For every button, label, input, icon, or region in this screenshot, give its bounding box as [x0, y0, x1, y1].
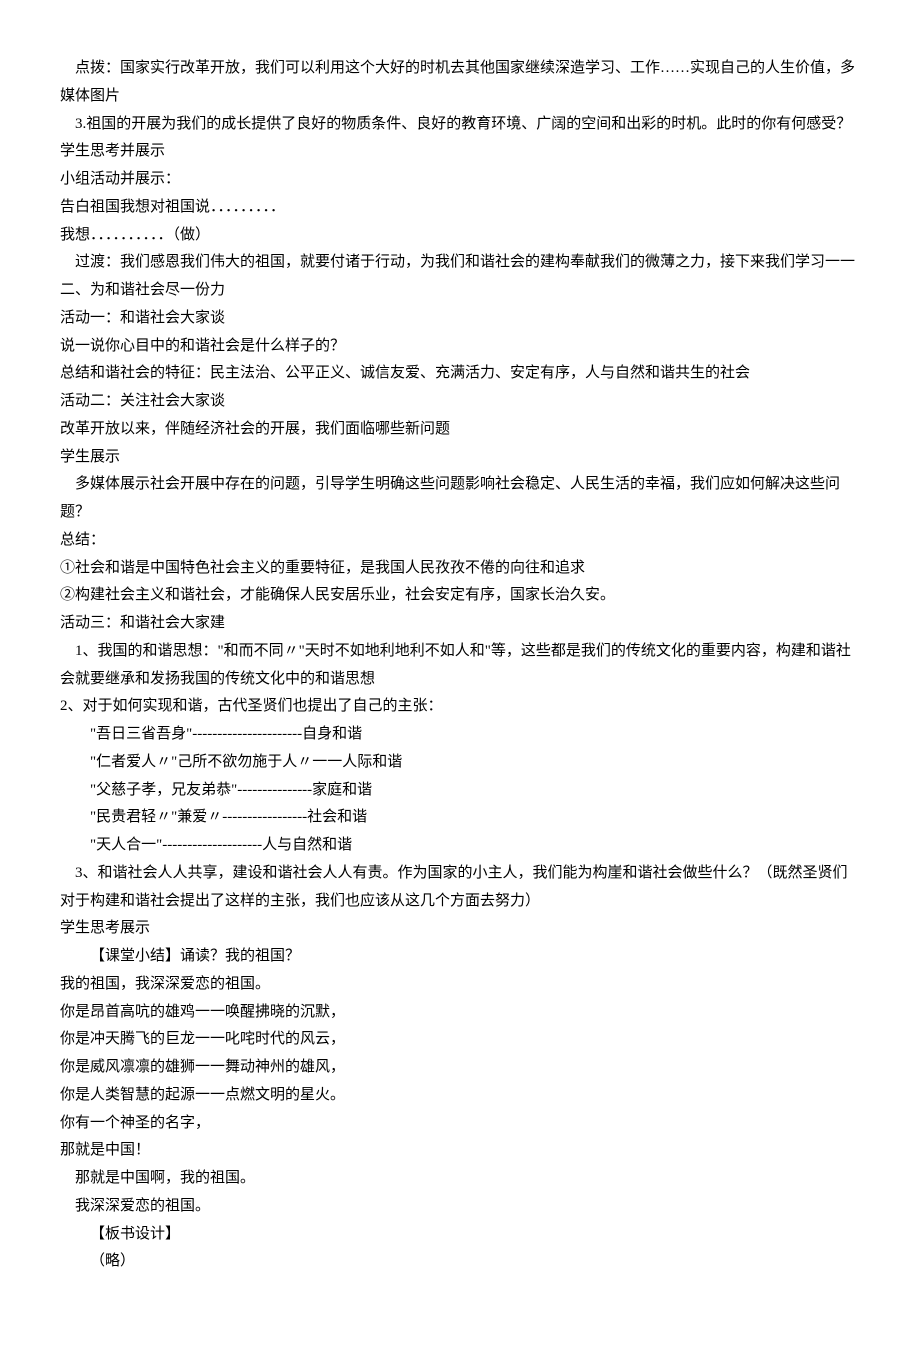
text-line: 1、我国的和谐思想："和而不同〃"天时不如地利地利不如人和"等，这些都是我们的传…: [60, 638, 860, 694]
text-line: 你是昂首高吭的雄鸡一一唤醒拂晓的沉默，: [60, 999, 860, 1027]
text-line: 【板书设计】: [60, 1221, 860, 1249]
text-line: 那就是中国啊，我的祖国。: [60, 1165, 860, 1193]
text-line: 我深深爱恋的祖国。: [60, 1193, 860, 1221]
text-line: 过渡：我们感恩我们伟大的祖国，就要付诸于行动，为我们和谐社会的建构奉献我们的微薄…: [60, 249, 860, 277]
text-line: 告白祖国我想对祖国说．．．．．．．．．: [60, 194, 860, 222]
text-line: "父慈子孝，兄友弟恭"---------------家庭和谐: [60, 777, 860, 805]
text-line: 我想．．．．．．．．．．（做）: [60, 222, 860, 250]
text-line: "仁者爱人〃"己所不欲勿施于人〃一一人际和谐: [60, 749, 860, 777]
text-line: 活动二：关注社会大家谈: [60, 388, 860, 416]
text-line: 小组活动并展示：: [60, 166, 860, 194]
text-line: 总结和谐社会的特征：民主法治、公平正义、诚信友爱、充满活力、安定有序，人与自然和…: [60, 360, 860, 388]
text-line: 你有一个神圣的名字，: [60, 1110, 860, 1138]
text-line: 说一说你心目中的和谐社会是什么样子的？: [60, 333, 860, 361]
text-line: 【课堂小结】诵读？我的祖国？: [60, 943, 860, 971]
text-line: "民贵君轻〃"兼爱〃-----------------社会和谐: [60, 804, 860, 832]
text-line: 3、和谐社会人人共享，建设和谐社会人人有责。作为国家的小主人，我们能为构崖和谐社…: [60, 860, 860, 916]
text-line: 学生展示: [60, 444, 860, 472]
text-line: 你是冲天腾飞的巨龙一一叱咤时代的风云，: [60, 1026, 860, 1054]
text-line: 你是人类智慧的起源一一点燃文明的星火。: [60, 1082, 860, 1110]
text-line: ①社会和谐是中国特色社会主义的重要特征，是我国人民孜孜不倦的向往和追求: [60, 555, 860, 583]
text-line: 点拨：国家实行改革开放，我们可以利用这个大好的时机去其他国家继续深造学习、工作……: [60, 55, 860, 111]
text-line: 总结：: [60, 527, 860, 555]
text-line: 你是威风凛凛的雄狮一一舞动神州的雄风，: [60, 1054, 860, 1082]
text-line: 那就是中国！: [60, 1137, 860, 1165]
text-line: 学生思考并展示: [60, 138, 860, 166]
text-line: 改革开放以来，伴随经济社会的开展，我们面临哪些新问题: [60, 416, 860, 444]
text-line: 学生思考展示: [60, 915, 860, 943]
document-body: 点拨：国家实行改革开放，我们可以利用这个大好的时机去其他国家继续深造学习、工作……: [60, 55, 860, 1276]
text-line: 活动三：和谐社会大家建: [60, 610, 860, 638]
text-line: 2、对于如何实现和谐，古代圣贤们也提出了自己的主张：: [60, 693, 860, 721]
text-line: "天人合一"--------------------人与自然和谐: [60, 832, 860, 860]
text-line: 我的祖国，我深深爱恋的祖国。: [60, 971, 860, 999]
text-line: 二、为和谐社会尽一份力: [60, 277, 860, 305]
text-line: 活动一：和谐社会大家谈: [60, 305, 860, 333]
text-line: （略）: [60, 1248, 860, 1276]
text-line: 多媒体展示社会开展中存在的问题，引导学生明确这些问题影响社会稳定、人民生活的幸福…: [60, 471, 860, 527]
text-line: "吾日三省吾身"----------------------自身和谐: [60, 721, 860, 749]
text-line: 3.祖国的开展为我们的成长提供了良好的物质条件、良好的教育环境、广阔的空间和出彩…: [60, 111, 860, 139]
text-line: ②构建社会主义和谐社会，才能确保人民安居乐业，社会安定有序，国家长治久安。: [60, 582, 860, 610]
